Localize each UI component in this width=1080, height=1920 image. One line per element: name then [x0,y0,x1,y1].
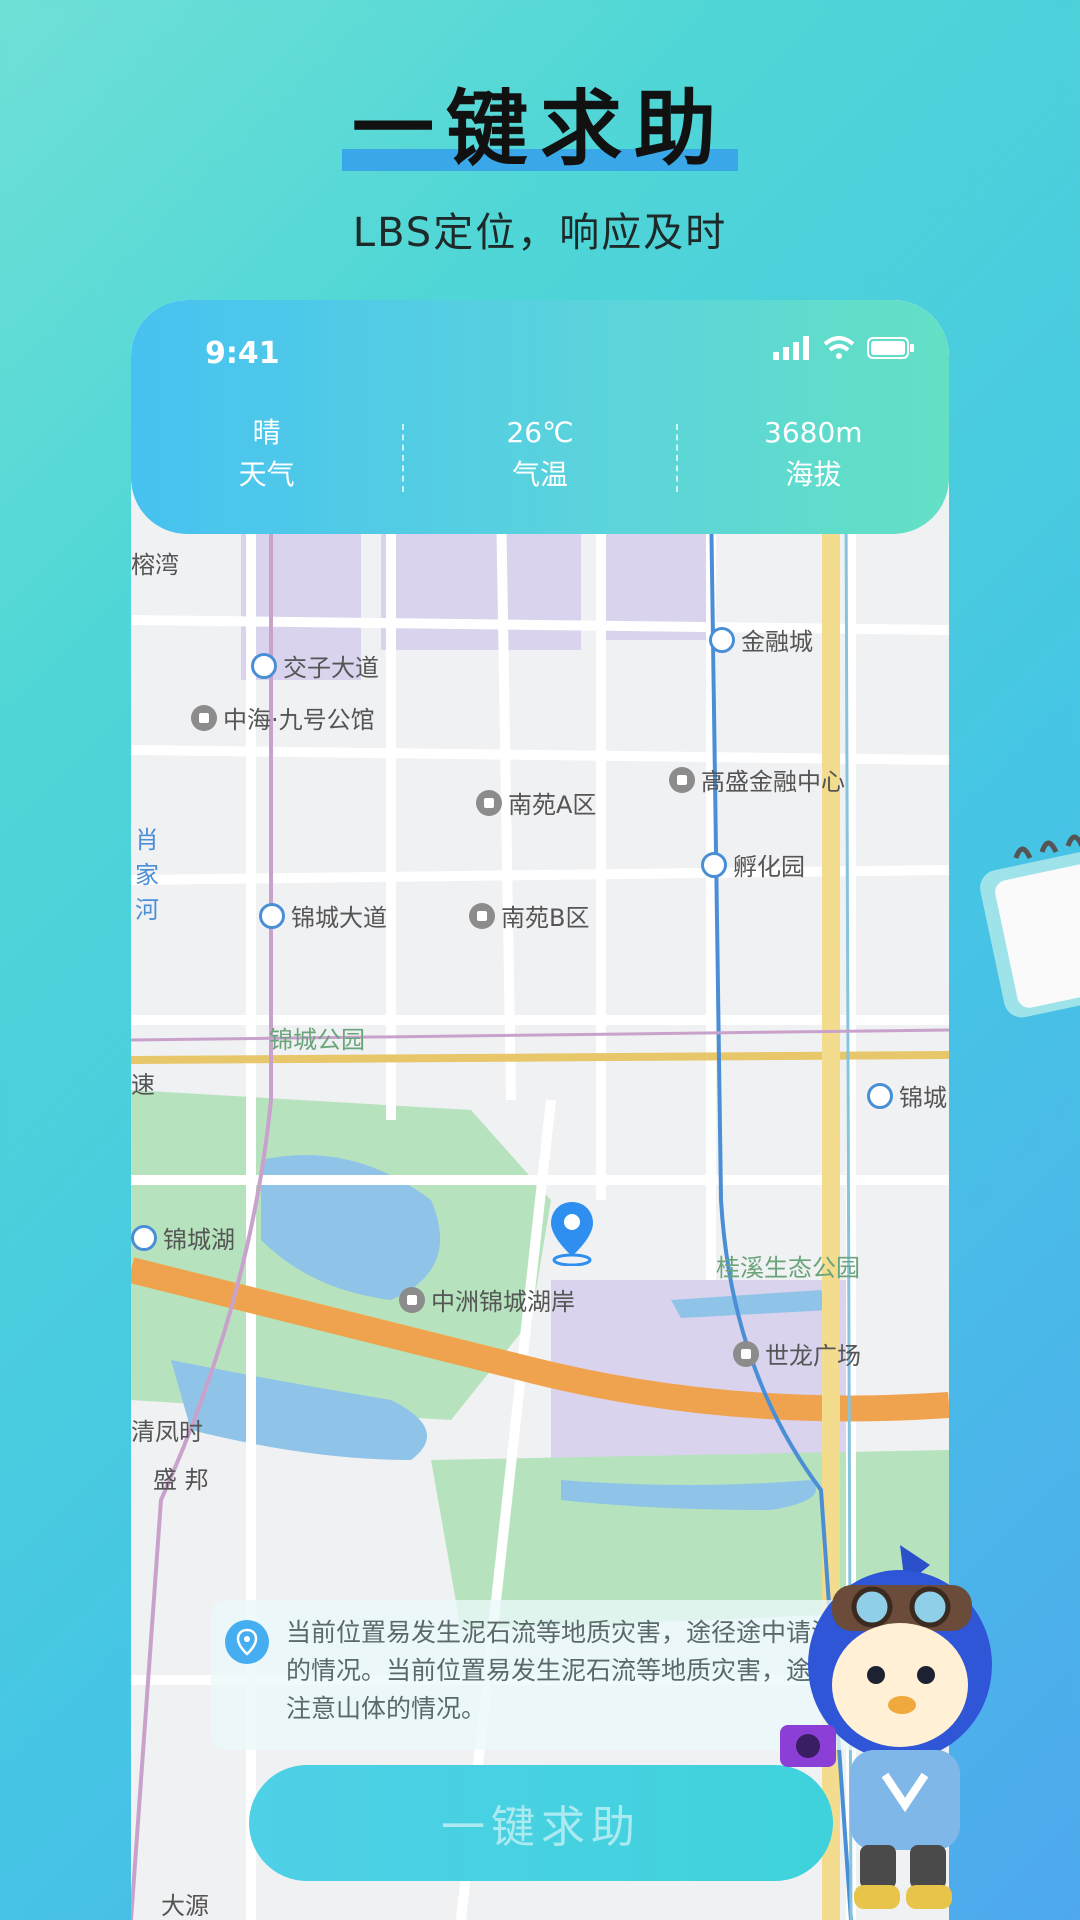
map-label-metro: 锦城 [867,1078,947,1113]
battery-icon [867,337,914,359]
metro-station-icon [709,626,735,653]
poi-icon [733,1340,759,1367]
poi-icon [399,1286,425,1313]
signal-icon [773,336,809,360]
map-label-park: 锦城公园 [269,1026,365,1054]
altitude-item: 3680m 海拔 [764,416,863,491]
temperature-item: 26℃ 气温 [506,416,574,491]
map-label-poi: 中洲锦城湖岸 [399,1282,575,1317]
location-alert-icon [225,1620,269,1664]
map-label-poi: 南苑B区 [469,898,589,933]
map-label: 大源 [161,1892,209,1920]
map-label-poi: 中海·九号公馆 [191,700,375,735]
status-time: 9:41 [205,336,280,371]
map-label-park: 桂溪生态公园 [716,1254,860,1282]
map-label-poi: 世龙广场 [733,1336,861,1371]
map-label-metro: 锦城湖 [131,1220,235,1255]
page-subtitle: LBS定位，响应及时 [352,210,728,256]
metro-station-icon [867,1082,893,1109]
sos-button[interactable]: 一键求助 [249,1765,833,1881]
map-label: 榕湾 [131,551,179,579]
poi-icon [669,766,695,793]
status-icons [773,336,915,360]
metro-station-icon [131,1224,157,1251]
map-label-metro: 孵化园 [701,847,805,882]
map-label-poi: 高盛金融中心 [669,762,845,797]
metro-station-icon [701,851,727,878]
map-label: 速 [131,1071,155,1099]
metro-station-icon [251,652,277,679]
weather-item: 晴天气 [238,416,295,491]
weather-card: 9:41 晴天气 26℃ 气温 3680m 海拔 [131,300,949,534]
map-label-metro: 金融城 [709,622,813,657]
location-pin-icon[interactable] [547,1200,597,1266]
map-label-metro: 交子大道 [251,648,379,683]
wifi-icon [823,336,855,359]
map-label-river: 肖家河 [135,826,159,924]
map-label: 清凤时 [131,1418,203,1446]
map-label-poi: 南苑A区 [476,785,596,820]
poi-icon [476,789,502,816]
weather-stats: 晴天气 26℃ 气温 3680m 海拔 [131,412,949,496]
metro-station-icon [259,902,285,929]
notepad-illustration [980,820,1080,1020]
poi-icon [469,902,495,929]
page-title: 一键求助 [0,62,1080,181]
poi-icon [191,704,217,731]
map-label-metro: 锦城大道 [259,898,387,933]
mascot-illustration [780,1545,1010,1915]
map-label: 盛 邦 [153,1466,209,1494]
